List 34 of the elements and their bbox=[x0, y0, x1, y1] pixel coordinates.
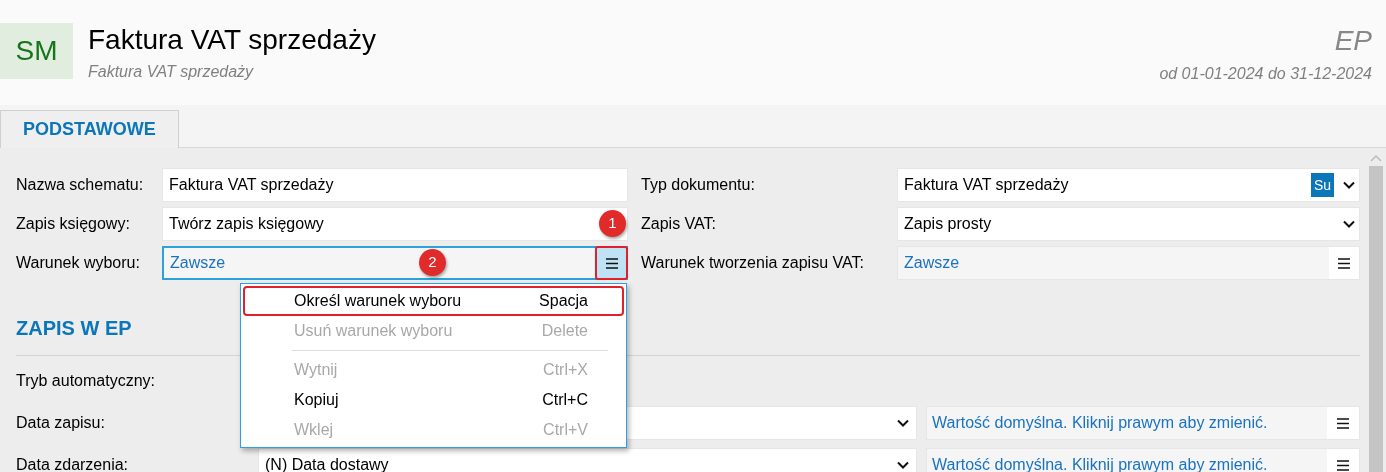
field-label: Tryb automatyczny: bbox=[16, 371, 156, 391]
menu-icon bbox=[605, 257, 618, 269]
app-logo: SM bbox=[0, 23, 73, 79]
chevron-down-icon bbox=[897, 419, 909, 427]
condition-field[interactable]: Zawsze bbox=[897, 246, 1360, 280]
page-subtitle: Faktura VAT sprzedaży bbox=[88, 62, 255, 82]
condition-field[interactable]: Wartość domyślna. Kliknij prawym aby zmienić. bbox=[926, 406, 1360, 440]
menu-item[interactable]: Określ warunek wyboru Spacja bbox=[243, 286, 624, 316]
field-label: Data zdarzenia: bbox=[16, 455, 130, 472]
section-title: ZAPIS W EP bbox=[16, 316, 132, 341]
period-label: od 01-01-2024 do 31-12-2024 bbox=[1159, 64, 1372, 84]
tab[interactable]: PODSTAWOWE bbox=[0, 110, 179, 148]
field-label: Typ dokumentu: bbox=[641, 175, 756, 195]
menu-icon bbox=[1338, 257, 1350, 269]
chevron-down-icon bbox=[1343, 220, 1355, 228]
dropdown-field[interactable]: Faktura VAT sprzedaży Su bbox=[897, 168, 1360, 202]
menu-button[interactable] bbox=[595, 246, 628, 280]
module-code: EP bbox=[1334, 24, 1372, 58]
dropdown-field[interactable]: Zapis prosty bbox=[897, 207, 1360, 241]
chevron-down-icon bbox=[897, 461, 909, 469]
chevron-down-icon bbox=[1343, 181, 1355, 189]
menu-item[interactable]: Kopiuj Ctrl+C bbox=[243, 385, 624, 415]
menu-icon bbox=[1337, 459, 1349, 471]
menu-button[interactable] bbox=[1329, 247, 1359, 279]
field-label: Warunek tworzenia zapisu VAT: bbox=[641, 253, 865, 273]
input-field[interactable]: Faktura VAT sprzedaży bbox=[162, 168, 628, 202]
field-label: Nazwa schematu: bbox=[16, 175, 145, 195]
field-label: Warunek wyboru: bbox=[16, 253, 141, 273]
field-label: Data zapisu: bbox=[16, 413, 106, 433]
page-title: Faktura VAT sprzedaży bbox=[88, 23, 376, 57]
menu-icon bbox=[1337, 417, 1349, 429]
type-badge: Su bbox=[1310, 173, 1334, 197]
field-label: Zapis VAT: bbox=[641, 214, 717, 234]
field-label: Zapis księgowy: bbox=[16, 214, 131, 234]
